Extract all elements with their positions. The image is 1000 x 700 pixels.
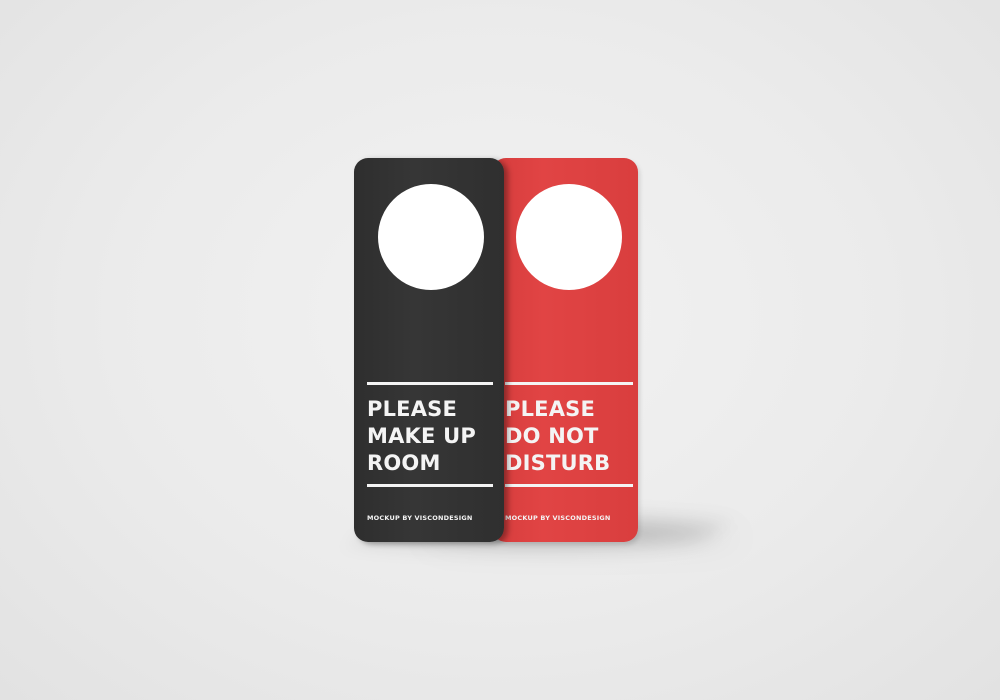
divider-line-top: [367, 382, 493, 385]
divider-line-top: [505, 382, 633, 385]
door-knob-hole: [516, 184, 622, 290]
divider-line-bottom: [367, 484, 493, 487]
mockup-scene: PLEASE DO NOT DISTURB MOCKUP BY VISCONDE…: [0, 0, 1000, 700]
mockup-credit: MOCKUP BY VISCONDESIGN: [367, 514, 473, 522]
hanger-message: PLEASE DO NOT DISTURB: [505, 397, 611, 475]
door-knob-hole: [378, 184, 484, 290]
door-hanger-do-not-disturb: PLEASE DO NOT DISTURB MOCKUP BY VISCONDE…: [492, 158, 638, 542]
mockup-credit: MOCKUP BY VISCONDESIGN: [505, 514, 611, 522]
divider-line-bottom: [505, 484, 633, 487]
door-hanger-make-up-room: PLEASE MAKE UP ROOM MOCKUP BY VISCONDESI…: [354, 158, 504, 542]
hanger-message: PLEASE MAKE UP ROOM: [367, 397, 476, 475]
